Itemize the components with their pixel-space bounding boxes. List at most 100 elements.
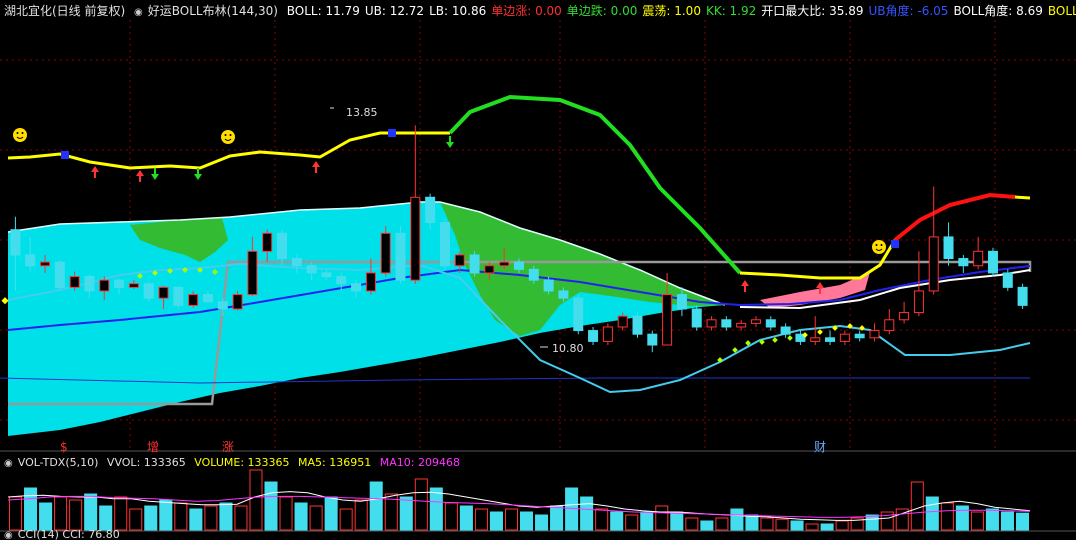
candle-body	[514, 261, 524, 270]
candle[interactable]	[410, 125, 421, 284]
candle-body	[69, 276, 80, 288]
event-marker-zeng[interactable]: 增	[147, 438, 159, 455]
volume-bar[interactable]	[474, 508, 488, 531]
candle[interactable]	[1017, 283, 1028, 309]
volume-bar[interactable]	[940, 502, 954, 531]
candle[interactable]	[899, 301, 910, 324]
candle[interactable]	[765, 316, 776, 331]
candle[interactable]	[469, 251, 480, 277]
volume-bar[interactable]	[550, 505, 564, 531]
candle[interactable]	[721, 316, 732, 331]
candle[interactable]	[54, 259, 65, 291]
candle[interactable]	[439, 218, 450, 270]
collapse-icon[interactable]: ◉	[4, 529, 13, 540]
candle[interactable]	[958, 254, 969, 273]
candle[interactable]	[839, 330, 850, 345]
volume-bar[interactable]	[234, 505, 248, 531]
volume-header: ◉ VOL-TDX(5,10) VVOL: 133365 VOLUME: 1333…	[4, 454, 1076, 472]
candle[interactable]	[987, 247, 998, 277]
candle[interactable]	[750, 316, 761, 327]
candle-body	[869, 330, 880, 339]
volume-bar[interactable]	[54, 496, 68, 531]
volume-panel[interactable]	[7, 469, 1031, 531]
volume-bar[interactable]	[84, 493, 98, 531]
ma10-value: MA10: 209468	[379, 456, 460, 469]
volume-bar[interactable]	[399, 496, 413, 531]
candle[interactable]	[380, 226, 391, 277]
candle[interactable]	[780, 323, 791, 338]
candle[interactable]	[691, 305, 702, 331]
volume-bar[interactable]	[955, 505, 969, 531]
collapse-icon[interactable]: ◉	[4, 455, 13, 472]
volume-bar[interactable]	[730, 508, 744, 531]
volume-bar[interactable]	[279, 496, 293, 531]
volume-bar[interactable]	[985, 508, 999, 531]
candle[interactable]	[602, 323, 613, 345]
candle[interactable]	[943, 222, 954, 266]
indicator-name[interactable]: 好运BOLL布林(144,30)	[148, 4, 278, 18]
candle[interactable]	[736, 319, 747, 331]
candle[interactable]	[395, 226, 406, 284]
candle-body	[943, 236, 954, 260]
down-arrow-icon	[151, 168, 159, 180]
volume-bar[interactable]	[459, 505, 473, 531]
stock-title[interactable]: 湖北宜化(日线 前复权)	[4, 4, 125, 18]
volume-bar[interactable]	[39, 502, 53, 531]
volume-bar[interactable]	[595, 508, 609, 531]
volume-bar[interactable]	[414, 478, 428, 531]
candle[interactable]	[825, 330, 836, 345]
candle[interactable]	[706, 316, 717, 331]
volume-bar[interactable]	[174, 502, 188, 531]
candle-body	[380, 232, 391, 274]
volume-bar[interactable]	[294, 502, 308, 531]
vol-indicator-name[interactable]: VOL-TDX(5,10)	[18, 456, 99, 469]
volume-bar[interactable]	[910, 481, 924, 531]
volume-bar[interactable]	[655, 505, 669, 531]
volume-bar[interactable]	[580, 496, 594, 531]
indicator-item-9: BOLL角度: 8.69	[953, 4, 1043, 18]
candle[interactable]	[1002, 269, 1013, 291]
volume-bar[interactable]	[204, 505, 218, 531]
volume-bar[interactable]	[129, 508, 143, 531]
volume-bar[interactable]	[159, 499, 173, 531]
volume-bar[interactable]	[264, 481, 278, 531]
event-marker-dollar[interactable]: $	[60, 440, 68, 454]
volume-bar[interactable]	[444, 502, 458, 531]
candle[interactable]	[884, 308, 895, 335]
volume-bar[interactable]	[369, 481, 383, 531]
volume-bar[interactable]	[354, 499, 368, 531]
volume-bar[interactable]	[249, 469, 263, 531]
volume-bar[interactable]	[99, 505, 113, 531]
volume-bar[interactable]	[429, 487, 443, 531]
volume-bar[interactable]	[504, 508, 518, 531]
volume-bar[interactable]	[9, 496, 23, 531]
event-marker-zhang[interactable]: 涨	[222, 438, 234, 455]
candle[interactable]	[973, 236, 984, 270]
candle-body	[543, 279, 554, 292]
diamond-marker	[817, 329, 823, 335]
volume-bar[interactable]	[24, 487, 38, 531]
volume-bar[interactable]	[114, 496, 128, 531]
event-marker-cai[interactable]: 财	[814, 438, 826, 455]
candle[interactable]	[810, 316, 821, 345]
volume-bar[interactable]	[339, 508, 353, 531]
volume-bar[interactable]	[309, 505, 323, 531]
candle[interactable]	[632, 312, 643, 338]
cci-label[interactable]: CCI(14) CCI: 76.80	[18, 528, 120, 540]
volume-bar[interactable]	[219, 502, 233, 531]
candle[interactable]	[647, 330, 658, 353]
candle-body	[40, 261, 51, 267]
volume-bar[interactable]	[144, 505, 158, 531]
volume-bar[interactable]	[925, 496, 939, 531]
candle[interactable]	[854, 330, 865, 342]
candle[interactable]	[928, 186, 939, 295]
candle[interactable]	[573, 294, 584, 335]
volume-bar[interactable]	[69, 499, 83, 531]
volume-bar[interactable]	[189, 508, 203, 531]
collapse-icon[interactable]: ◉	[134, 4, 143, 20]
volume-bar[interactable]	[324, 496, 338, 531]
candle-body	[336, 276, 347, 285]
candle[interactable]	[795, 330, 806, 345]
candle[interactable]	[173, 285, 184, 309]
candle[interactable]	[869, 323, 880, 342]
